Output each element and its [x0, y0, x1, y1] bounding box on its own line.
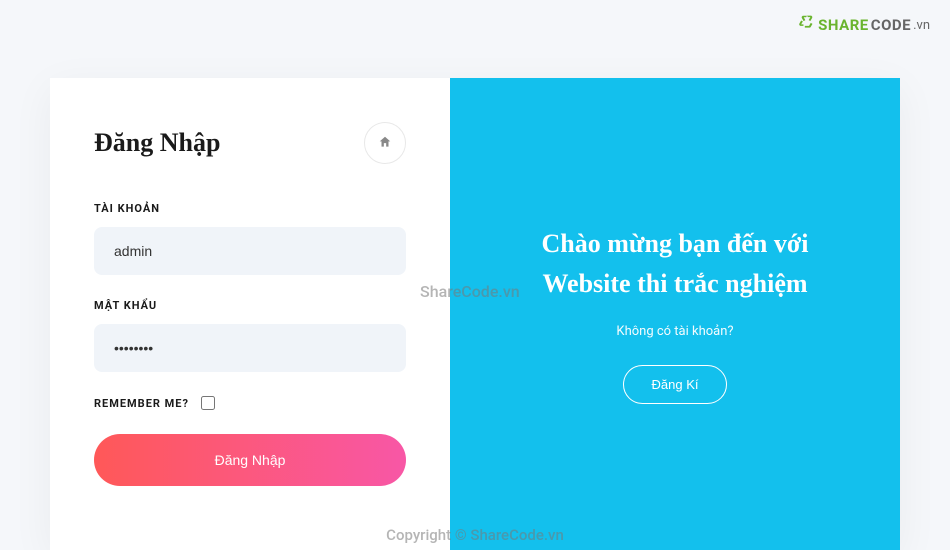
username-label: TÀI KHOẢN: [94, 202, 406, 215]
password-input[interactable]: [94, 324, 406, 372]
login-form-panel: Đăng Nhập TÀI KHOẢN MẬT KHẨU REMEMBER ME…: [50, 78, 450, 550]
welcome-title: Chào mừng bạn đến với Website thi trắc n…: [542, 224, 809, 305]
login-header: Đăng Nhập: [94, 122, 406, 164]
logo-text-code: CODE: [871, 16, 911, 34]
login-title: Đăng Nhập: [94, 128, 220, 158]
username-group: TÀI KHOẢN: [94, 202, 406, 275]
remember-row: REMEMBER ME?: [94, 396, 406, 410]
password-group: MẬT KHẨU: [94, 299, 406, 372]
welcome-panel: Chào mừng bạn đến với Website thi trắc n…: [450, 78, 900, 550]
login-card: Đăng Nhập TÀI KHOẢN MẬT KHẨU REMEMBER ME…: [50, 78, 900, 550]
recycle-icon: [798, 14, 816, 36]
home-icon: [378, 135, 392, 152]
login-submit-button[interactable]: Đăng Nhập: [94, 434, 406, 486]
welcome-title-line2: Website thi trắc nghiệm: [542, 264, 809, 304]
remember-label: REMEMBER ME?: [94, 397, 189, 410]
username-input[interactable]: [94, 227, 406, 275]
welcome-subtitle: Không có tài khoản?: [616, 324, 733, 339]
home-button[interactable]: [364, 122, 406, 164]
remember-checkbox[interactable]: [201, 396, 215, 410]
welcome-title-line1: Chào mừng bạn đến với: [542, 224, 809, 264]
logo-text-tld: .vn: [913, 18, 930, 33]
logo-text-share: SHARE: [818, 16, 869, 34]
password-label: MẬT KHẨU: [94, 299, 406, 312]
site-logo: SHARE CODE .vn: [798, 14, 930, 36]
register-button[interactable]: Đăng Kí: [623, 365, 728, 404]
